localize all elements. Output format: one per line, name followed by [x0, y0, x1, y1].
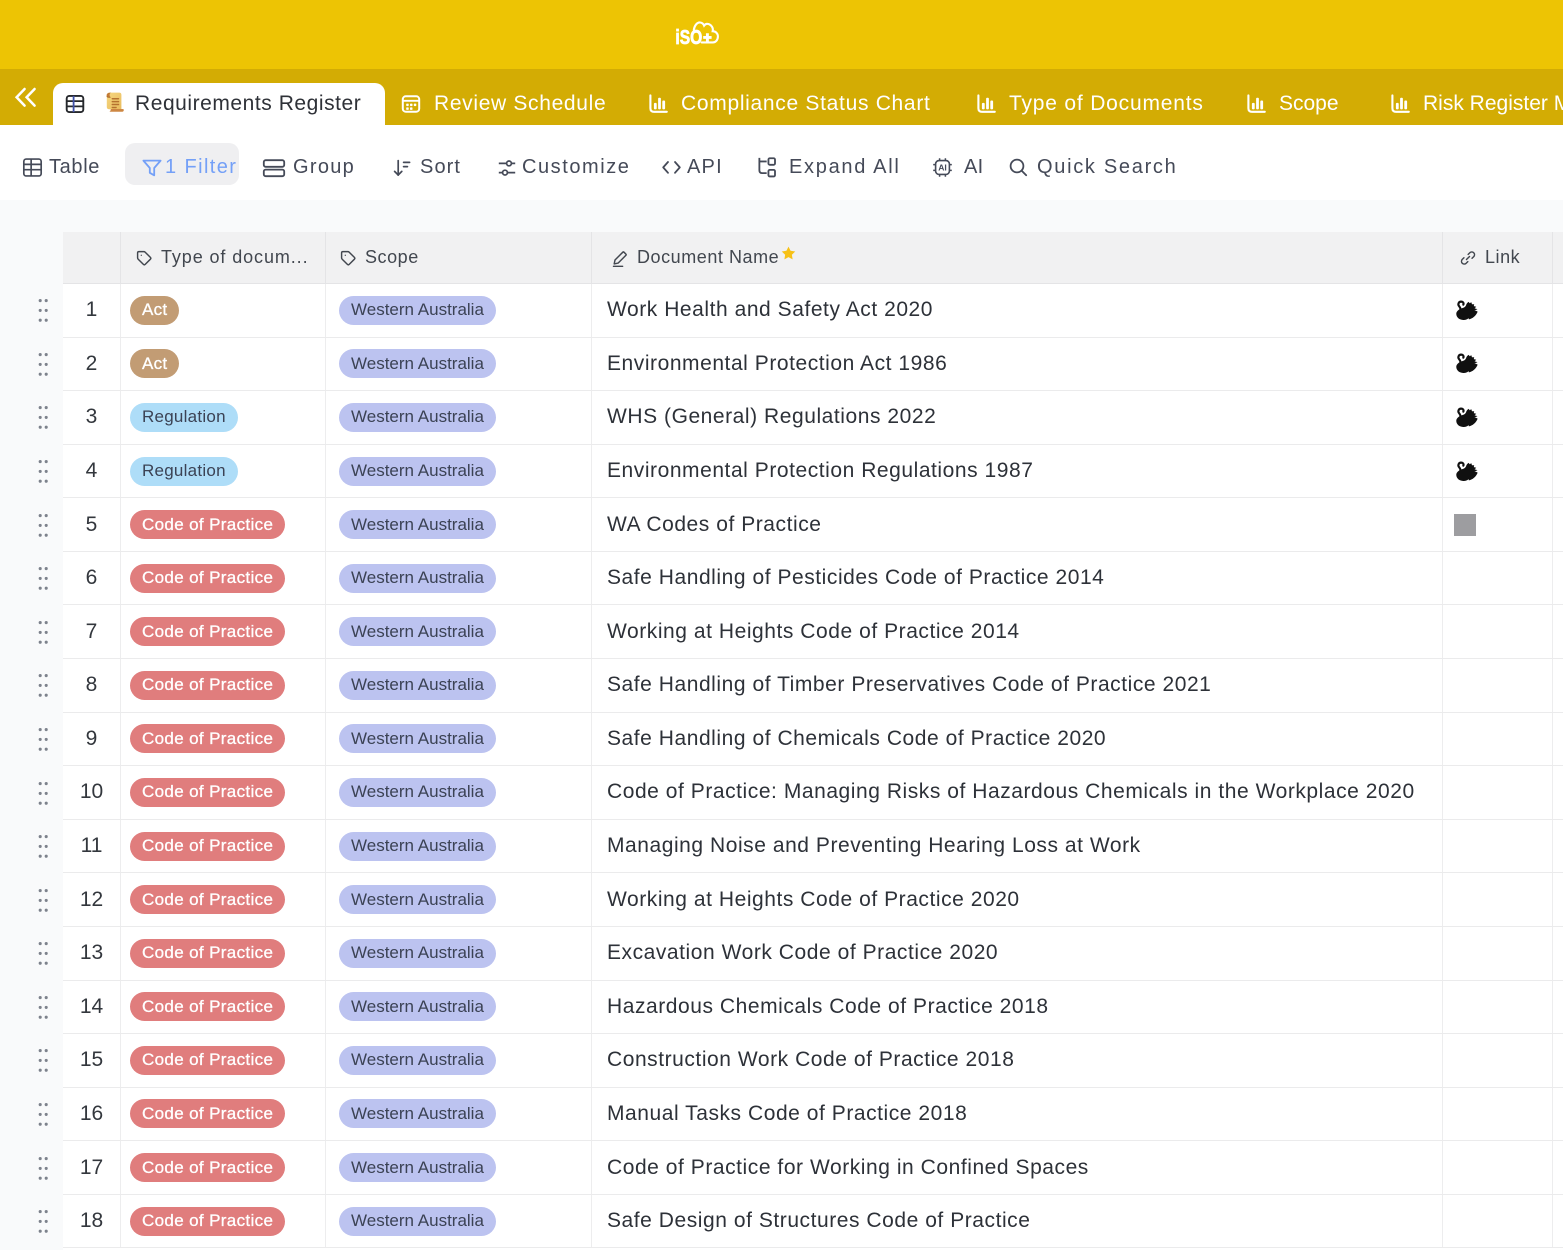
svg-text:iSO: iSO — [676, 26, 702, 47]
svg-text:AI: AI — [938, 163, 947, 173]
